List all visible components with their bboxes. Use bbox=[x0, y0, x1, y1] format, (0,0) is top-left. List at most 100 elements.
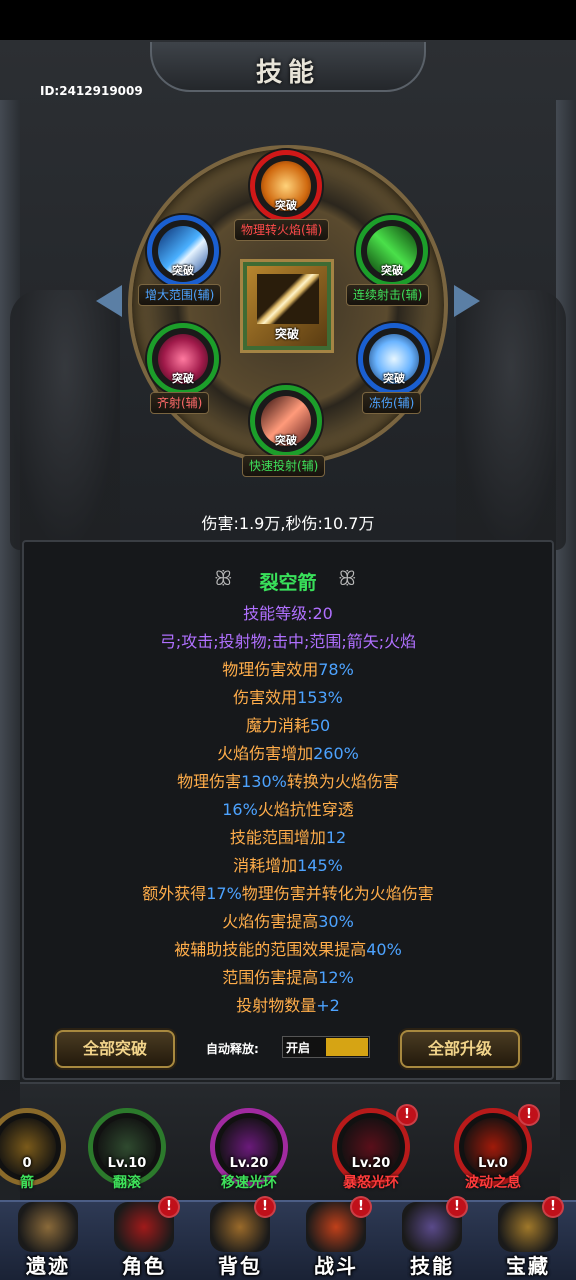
auto-release-label: 自动释放: bbox=[206, 1042, 259, 1056]
nav-item[interactable]: 战斗! bbox=[288, 1196, 384, 1280]
support-slot-faster-projectiles[interactable]: 突破 bbox=[250, 385, 322, 457]
nav-label: 宝藏 bbox=[506, 1254, 550, 1278]
alert-icon: ! bbox=[518, 1104, 540, 1126]
break-all-button[interactable]: 全部突破 bbox=[55, 1030, 175, 1068]
stat-text: 78% bbox=[318, 660, 354, 679]
stat-text: 投射物数量 bbox=[236, 996, 317, 1015]
stat-text: +2 bbox=[316, 996, 340, 1015]
nav-item[interactable]: 遗迹 bbox=[0, 1200, 96, 1280]
stat-text: 伤害效用 bbox=[233, 688, 298, 707]
player-id: ID:2412919009 bbox=[40, 84, 143, 98]
stat-line: 投射物数量+2 bbox=[0, 992, 576, 1020]
skill-name: 箭 bbox=[20, 1175, 34, 1191]
stat-line: 投射物伤害总增10% bbox=[0, 1020, 576, 1024]
stat-text: 火焰伤害增加 bbox=[217, 744, 314, 763]
auto-release-value: 开启 bbox=[286, 1041, 311, 1055]
page-title: 技能 bbox=[255, 58, 320, 88]
nav-item[interactable]: 宝藏! bbox=[480, 1196, 576, 1280]
stat-line: 16%火焰抗性穿透 bbox=[0, 796, 576, 824]
alert-icon: ! bbox=[254, 1196, 276, 1218]
stat-text: 145% bbox=[297, 856, 343, 875]
alert-icon: ! bbox=[542, 1196, 564, 1218]
stat-text: 火焰伤害提高 bbox=[222, 912, 319, 931]
damage-summary: 伤害:1.9万,秒伤:10.7万 bbox=[201, 514, 375, 533]
breakthrough-badge: 突破 bbox=[383, 372, 405, 385]
support-slot-physical-to-fire[interactable]: 突破 bbox=[250, 150, 322, 222]
skill-level: Lv.0 bbox=[478, 1156, 508, 1171]
stat-text: 130% bbox=[241, 772, 287, 791]
stat-line: 消耗增加145% bbox=[0, 852, 576, 880]
slot-label-volley: 齐射(辅) bbox=[150, 392, 210, 414]
nav-label: 背包 bbox=[218, 1254, 262, 1278]
skill-name: 暴怒光环 bbox=[343, 1175, 399, 1191]
stat-line: 范围伤害提高12% bbox=[0, 964, 576, 992]
arrow-skill-art bbox=[257, 274, 319, 324]
stat-text: 额外获得 bbox=[142, 884, 207, 903]
skill-name: 移速光环 bbox=[221, 1175, 277, 1191]
stat-line: 额外获得17%物理伤害并转化为火焰伤害 bbox=[0, 880, 576, 908]
skill-description[interactable]: 技能等级:20 弓;攻击;投射物;击中;范围;箭矢;火焰 物理伤害效用78% 伤害… bbox=[0, 600, 576, 1024]
skill-tags: 弓;攻击;投射物;击中;范围;箭矢;火焰 bbox=[159, 632, 417, 651]
support-slot-volley[interactable]: 突破 bbox=[147, 323, 219, 395]
stat-text: 50 bbox=[309, 716, 331, 735]
breakthrough-badge: 突破 bbox=[381, 264, 403, 277]
stat-text: 40% bbox=[366, 940, 402, 959]
nav-label: 角色 bbox=[122, 1254, 166, 1278]
skill-level: 技能等级:20 bbox=[243, 604, 333, 623]
breakthrough-badge: 突破 bbox=[172, 372, 194, 385]
stat-text: 转换为火焰伤害 bbox=[286, 772, 399, 791]
stat-line: 火焰伤害增加260% bbox=[0, 740, 576, 768]
status-bar bbox=[0, 0, 576, 40]
nav-item[interactable]: 角色! bbox=[96, 1196, 192, 1280]
wheel-left-arrow[interactable] bbox=[96, 285, 122, 317]
stat-text: 魔力消耗 bbox=[245, 716, 310, 735]
support-slot-barrage[interactable]: 突破 bbox=[356, 215, 428, 287]
alert-icon: ! bbox=[350, 1196, 372, 1218]
breakthrough-badge: 突破 bbox=[172, 264, 194, 277]
stat-text: 260% bbox=[313, 744, 359, 763]
nav-item[interactable]: 背包! bbox=[192, 1196, 288, 1280]
alert-icon: ! bbox=[396, 1104, 418, 1126]
skill-level: Lv.10 bbox=[107, 1156, 147, 1171]
stat-text: 被辅助技能的范围效果提高 bbox=[174, 940, 367, 959]
nav-label: 遗迹 bbox=[26, 1254, 70, 1278]
stat-line: 被辅助技能的范围效果提高40% bbox=[0, 936, 576, 964]
slot-label-increased-area: 增大范围(辅) bbox=[138, 284, 222, 306]
nav-item[interactable]: 技能! bbox=[384, 1196, 480, 1280]
stat-text: 153% bbox=[297, 688, 343, 707]
stat-text: 范围伤害提高 bbox=[222, 968, 319, 987]
main-skill-icon[interactable]: 突破 bbox=[243, 262, 331, 350]
slot-label-barrage: 连续射击(辅) bbox=[346, 284, 430, 306]
skill-name: 波动之息 bbox=[465, 1175, 521, 1191]
skill-level: Lv.20 bbox=[229, 1156, 269, 1171]
stat-line: 魔力消耗50 bbox=[0, 712, 576, 740]
stat-text: 12 bbox=[325, 828, 347, 847]
skill-level: 0 bbox=[22, 1156, 32, 1171]
stat-text: 消耗增加 bbox=[233, 856, 298, 875]
stat-text: 17% bbox=[206, 884, 242, 903]
stat-text: 物理伤害 bbox=[177, 772, 242, 791]
slot-label-frostbite: 冻伤(辅) bbox=[362, 392, 422, 414]
support-slot-frostbite[interactable]: 突破 bbox=[358, 323, 430, 395]
auto-release-knob[interactable] bbox=[326, 1038, 368, 1056]
breakthrough-badge: 突破 bbox=[275, 199, 297, 212]
stat-text: 16% bbox=[222, 800, 258, 819]
stat-text: 火焰抗性穿透 bbox=[257, 800, 354, 819]
stat-text: 30% bbox=[318, 912, 354, 931]
skill-level: Lv.20 bbox=[351, 1156, 391, 1171]
breakthrough-badge: 突破 bbox=[274, 327, 299, 341]
stat-text: 12% bbox=[318, 968, 354, 987]
nav-label: 技能 bbox=[410, 1254, 454, 1278]
upgrade-all-button[interactable]: 全部升级 bbox=[400, 1030, 520, 1068]
wheel-right-arrow[interactable] bbox=[454, 285, 480, 317]
nav-label: 战斗 bbox=[314, 1254, 358, 1278]
support-slot-increased-area[interactable]: 突破 bbox=[147, 215, 219, 287]
stat-line: 技能范围增加12 bbox=[0, 824, 576, 852]
stat-text: 物理伤害并转化为火焰伤害 bbox=[241, 884, 434, 903]
breakthrough-badge: 突破 bbox=[275, 434, 297, 447]
alert-icon: ! bbox=[446, 1196, 468, 1218]
skill-name: 裂空箭 bbox=[259, 572, 317, 594]
slot-label-physical-to-fire: 物理转火焰(辅) bbox=[234, 219, 330, 241]
stat-line: 物理伤害130%转换为火焰伤害 bbox=[0, 768, 576, 796]
stat-line: 伤害效用153% bbox=[0, 684, 576, 712]
